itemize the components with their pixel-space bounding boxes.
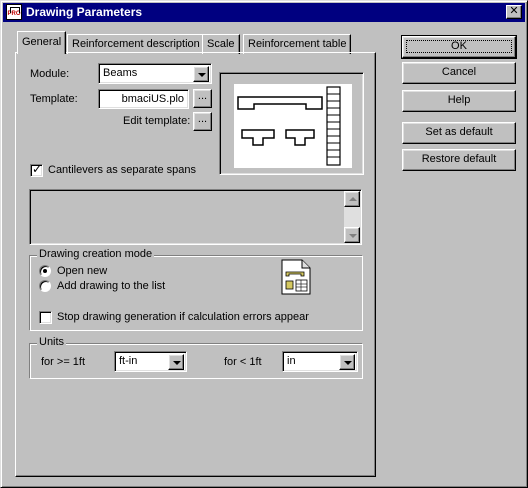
units-title: Units [37, 336, 67, 348]
units-ge-label: for >= 1ft [41, 356, 86, 368]
robot-pro-app-icon: PRO [6, 4, 22, 20]
drawing-document-icon [281, 259, 311, 295]
tab-scale-label: Scale [207, 38, 235, 50]
module-select[interactable]: Beams [98, 63, 212, 84]
module-label: Module: [30, 68, 70, 80]
template-value: bmaciUS.plo [121, 93, 184, 105]
scroll-up-button[interactable] [344, 191, 360, 207]
tab-reinforcement-description-label: Reinforcement description [72, 38, 200, 50]
tab-scale[interactable]: Scale [202, 34, 240, 54]
chevron-down-icon [344, 361, 352, 365]
open-new-label: Open new [57, 265, 108, 277]
units-ge-value: ft-in [119, 355, 138, 367]
ok-button-label: OK [406, 40, 512, 53]
set-as-default-button[interactable]: Set as default [402, 122, 516, 144]
add-to-list-label: Add drawing to the list [57, 280, 166, 292]
module-dropdown-button[interactable] [193, 66, 209, 82]
units-ge-dropdown-button[interactable] [168, 354, 184, 370]
restore-default-label: Restore default [421, 153, 497, 165]
chevron-down-icon [198, 73, 206, 77]
radio-selected-dot [43, 269, 47, 273]
units-lt-label: for < 1ft [224, 356, 262, 368]
title-bar: PRO Drawing Parameters ✕ [3, 3, 525, 22]
info-text-area[interactable] [29, 189, 362, 245]
cancel-button-label: Cancel [441, 66, 477, 78]
edit-template-button[interactable]: ... [193, 112, 212, 131]
edit-template-button-label: ... [197, 113, 208, 125]
chevron-down-icon [173, 361, 181, 365]
tab-general[interactable]: General [17, 31, 67, 54]
template-label: Template: [30, 93, 78, 105]
tab-reinforcement-table[interactable]: Reinforcement table [243, 34, 352, 54]
tab-general-label: General [22, 36, 62, 48]
template-input[interactable]: bmaciUS.plo [98, 89, 189, 109]
template-preview [219, 72, 364, 175]
open-new-radio[interactable] [39, 265, 51, 277]
help-button[interactable]: Help [402, 90, 516, 112]
checkmark-icon: ✓ [32, 162, 43, 176]
tab-reinforcement-table-label: Reinforcement table [248, 38, 347, 50]
tab-reinforcement-description[interactable]: Reinforcement description [67, 34, 205, 54]
units-ge-select[interactable]: ft-in [114, 351, 187, 372]
edit-template-label: Edit template: [123, 115, 191, 127]
cantilevers-label: Cantilevers as separate spans [48, 164, 196, 176]
drawing-creation-mode-title: Drawing creation mode [37, 248, 155, 260]
template-browse-button[interactable]: ... [193, 89, 212, 108]
info-scrollbar[interactable] [344, 191, 360, 243]
stop-generation-label: Stop drawing generation if calculation e… [57, 311, 309, 323]
set-as-default-label: Set as default [425, 126, 493, 138]
browse-button-label: ... [197, 90, 208, 102]
drawing-parameters-dialog: PRO Drawing Parameters ✕ General Reinfor… [0, 0, 528, 488]
add-to-list-radio[interactable] [39, 280, 51, 292]
units-lt-value: in [287, 355, 296, 367]
cancel-button[interactable]: Cancel [402, 62, 516, 84]
restore-default-button[interactable]: Restore default [402, 149, 516, 171]
close-button[interactable]: ✕ [506, 5, 522, 19]
help-button-label: Help [447, 94, 471, 106]
units-lt-dropdown-button[interactable] [339, 354, 355, 370]
close-icon: ✕ [509, 5, 519, 17]
window-title: Drawing Parameters [26, 5, 143, 19]
module-value: Beams [103, 67, 138, 79]
arrow-up-icon [349, 197, 357, 201]
units-lt-select[interactable]: in [282, 351, 358, 372]
scroll-down-button[interactable] [344, 227, 360, 243]
beam-drawing-preview-icon [234, 84, 352, 168]
ok-button[interactable]: OK [401, 35, 517, 59]
arrow-down-icon [349, 234, 357, 238]
app-icon-text: PRO [7, 11, 21, 17]
stop-generation-checkbox[interactable] [39, 311, 52, 324]
cantilevers-checkbox[interactable]: ✓ [30, 162, 43, 177]
